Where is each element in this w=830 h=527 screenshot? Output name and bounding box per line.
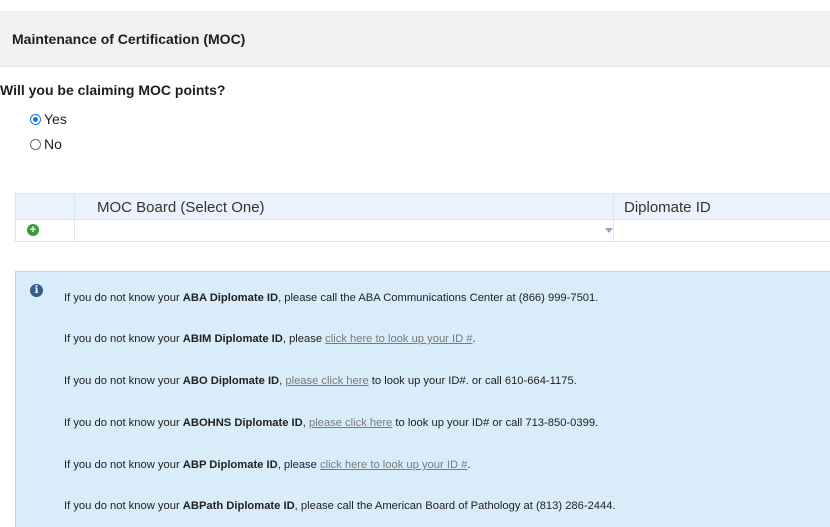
diplomate-id-help-box: i If you do not know your ABA Diplomate …	[15, 271, 830, 527]
help-line-abim: If you do not know your ABIM Diplomate I…	[64, 333, 476, 345]
column-divider	[74, 194, 75, 219]
diplomate-id-input[interactable]	[614, 220, 830, 241]
help-text: If you do not know your	[64, 459, 183, 471]
help-text: to look up your ID#. or call 610-664-117…	[368, 375, 577, 387]
grid-header-row: MOC Board (Select One) Diplomate ID	[15, 193, 830, 220]
radio-option-yes[interactable]: Yes	[30, 111, 67, 127]
help-text: If you do not know your	[64, 500, 183, 512]
radio-label-yes: Yes	[44, 111, 67, 127]
help-text: to look up your ID# or call 713-850-0399…	[392, 417, 599, 429]
radio-label-no: No	[44, 136, 62, 152]
help-text: , please	[277, 459, 320, 471]
help-line-aba: If you do not know your ABA Diplomate ID…	[64, 292, 598, 304]
chevron-down-icon[interactable]	[605, 228, 613, 233]
column-divider	[613, 194, 614, 219]
board-name: ABP Diplomate ID	[182, 459, 278, 471]
abp-lookup-link[interactable]: click here to look up your ID #	[320, 459, 467, 471]
help-text: If you do not know your	[64, 417, 183, 429]
column-header-diplomate-id: Diplomate ID	[624, 199, 711, 216]
radio-button-no[interactable]	[30, 138, 41, 150]
help-text: If you do not know your	[64, 375, 183, 387]
help-text: , please call the ABA Communications Cen…	[278, 292, 599, 304]
help-line-abo: If you do not know your ABO Diplomate ID…	[64, 375, 577, 387]
board-name: ABIM Diplomate ID	[182, 333, 283, 345]
help-line-abohns: If you do not know your ABOHNS Diplomate…	[64, 417, 598, 429]
info-circle-icon: i	[30, 284, 43, 297]
moc-board-select[interactable]	[75, 220, 613, 241]
add-row-plus-icon[interactable]: +	[27, 224, 39, 236]
grid-data-row: +	[15, 220, 830, 242]
help-line-abp: If you do not know your ABP Diplomate ID…	[64, 459, 470, 471]
radio-option-no[interactable]: No	[30, 136, 62, 152]
help-text: .	[467, 459, 471, 471]
help-text: If you do not know your	[64, 333, 183, 345]
board-name: ABPath Diplomate ID	[182, 500, 295, 512]
moc-question: Will you be claiming MOC points?	[0, 82, 226, 98]
help-text: If you do not know your	[64, 292, 183, 304]
board-name: ABOHNS Diplomate ID	[182, 417, 303, 429]
board-name: ABO Diplomate ID	[182, 375, 280, 387]
abim-lookup-link[interactable]: click here to look up your ID #	[325, 333, 472, 345]
abo-lookup-link[interactable]: please click here	[285, 375, 368, 387]
help-text: , please call the American Board of Path…	[294, 500, 616, 512]
help-line-abpath: If you do not know your ABPath Diplomate…	[64, 500, 616, 512]
radio-button-yes[interactable]	[30, 113, 41, 125]
moc-section-header: Maintenance of Certification (MOC)	[0, 11, 830, 67]
abohns-lookup-link[interactable]: please click here	[309, 417, 392, 429]
help-text: , please	[282, 333, 326, 345]
moc-board-grid: MOC Board (Select One) Diplomate ID +	[15, 193, 830, 249]
column-header-moc-board: MOC Board (Select One)	[97, 199, 265, 216]
board-name: ABA Diplomate ID	[182, 292, 279, 304]
help-text: .	[472, 333, 476, 345]
section-title: Maintenance of Certification (MOC)	[12, 31, 246, 47]
